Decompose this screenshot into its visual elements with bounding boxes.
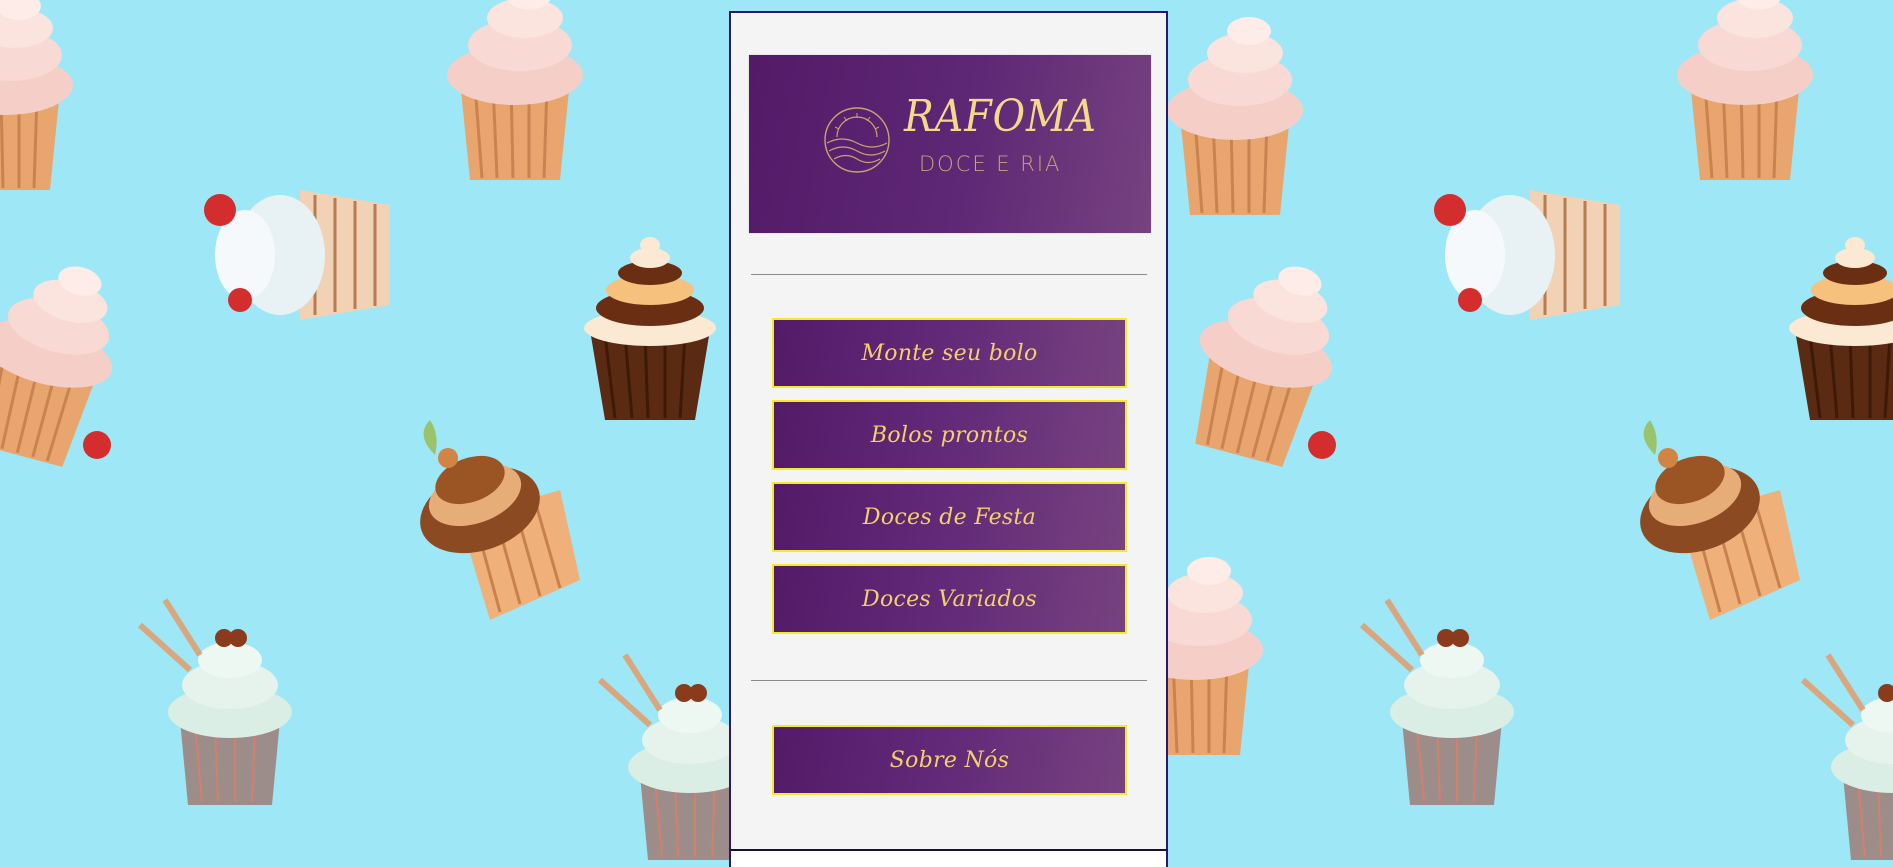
nav-button-bolos-prontos[interactable]: Bolos prontos [772,400,1127,470]
sunrise-emblem-icon [824,107,890,173]
brand-logo[interactable]: RAFOMA DOCE E RIA [749,55,1151,233]
main-panel: RAFOMA DOCE E RIA Monte seu bolo Bolos p… [729,11,1168,851]
divider-bottom [751,680,1147,681]
nav-button-sobre-nos[interactable]: Sobre Nós [772,725,1127,795]
nav-button-monte-seu-bolo[interactable]: Monte seu bolo [772,318,1127,388]
brand-subtitle: DOCE E RIA [919,152,1062,176]
brand-name: RAFOMA [904,91,1097,142]
divider-top [751,274,1147,275]
nav-button-doces-de-festa[interactable]: Doces de Festa [772,482,1127,552]
panel-bottom-edge [729,849,1168,867]
nav-button-doces-variados[interactable]: Doces Variados [772,564,1127,634]
